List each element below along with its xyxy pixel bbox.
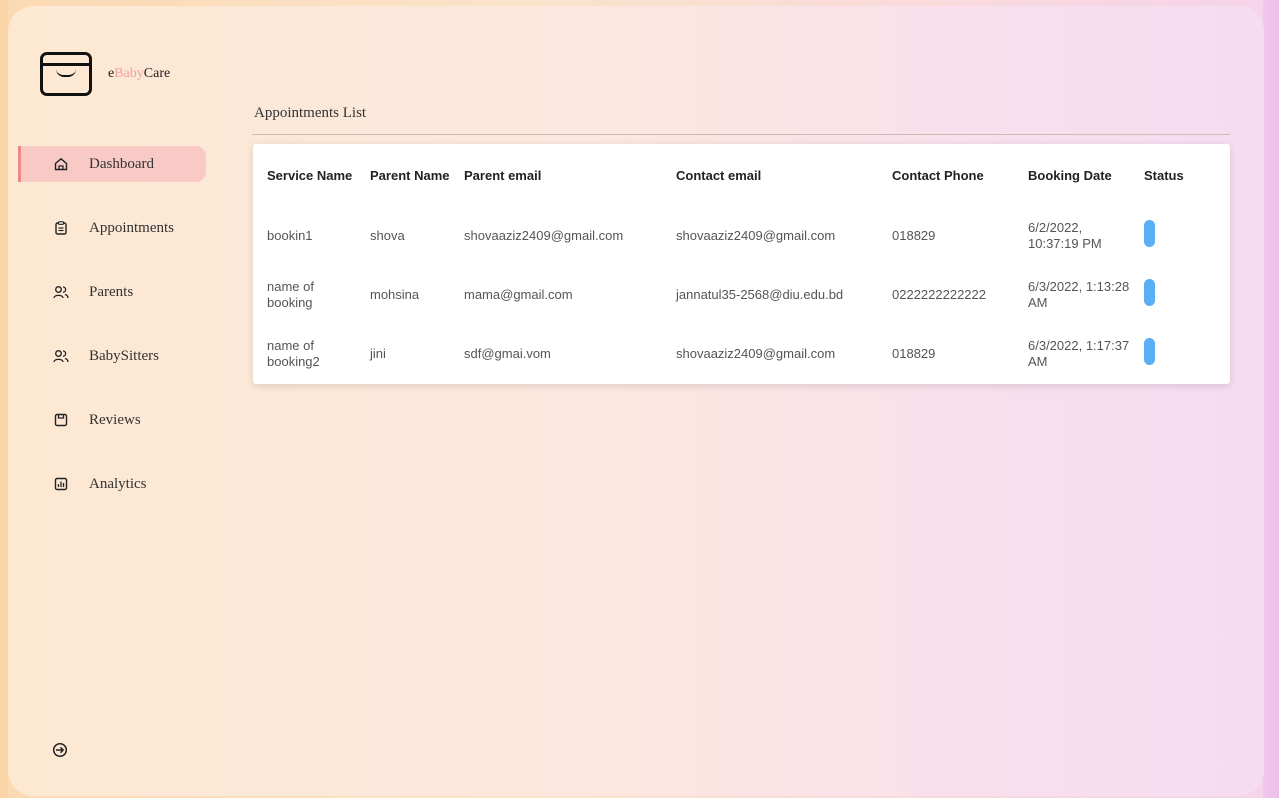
comment-box-icon bbox=[53, 412, 69, 428]
users-icon bbox=[53, 348, 69, 364]
logout-icon[interactable] bbox=[52, 742, 72, 762]
column-header: Booking Date bbox=[1028, 167, 1112, 183]
table-row[interactable]: name of booking mohsina mama@gmail.com j… bbox=[253, 265, 1230, 324]
bar-chart-icon bbox=[53, 476, 69, 492]
cell-service-name: name of booking2 bbox=[267, 337, 320, 369]
sidebar-item-label: Dashboard bbox=[89, 155, 154, 172]
column-header: Service Name bbox=[267, 167, 353, 183]
cell-contact-phone: 018829 bbox=[892, 227, 936, 243]
appointments-table: Service Name Parent Name Parent email Co… bbox=[253, 144, 1230, 383]
sidebar-item-parents[interactable]: Parents bbox=[18, 274, 206, 310]
status-toggle[interactable] bbox=[1144, 279, 1155, 306]
status-toggle[interactable] bbox=[1144, 220, 1155, 247]
sidebar-item-label: Analytics bbox=[89, 475, 147, 492]
sidebar-item-analytics[interactable]: Analytics bbox=[18, 466, 206, 502]
clipboard-icon bbox=[53, 220, 69, 236]
cell-contact-email: shovaaziz2409@gmail.com bbox=[676, 345, 836, 361]
sidebar-item-babysitters[interactable]: BabySitters bbox=[18, 338, 206, 374]
cell-parent-name: jini bbox=[370, 345, 386, 361]
divider bbox=[252, 134, 1230, 135]
status-toggle[interactable] bbox=[1144, 338, 1155, 365]
table-header-row: Service Name Parent Name Parent email Co… bbox=[253, 144, 1230, 206]
brand-name: eBabyCare bbox=[108, 66, 171, 81]
cell-contact-phone: 0222222222222 bbox=[892, 286, 986, 302]
cell-parent-name: mohsina bbox=[370, 286, 420, 302]
sidebar-item-label: BabySitters bbox=[89, 347, 159, 364]
column-header: Parent Name bbox=[370, 167, 450, 183]
column-header: Parent email bbox=[464, 167, 542, 183]
cell-status bbox=[1130, 206, 1230, 265]
sidebar-item-label: Parents bbox=[89, 283, 134, 300]
cell-contact-email: shovaaziz2409@gmail.com bbox=[676, 227, 836, 243]
cell-booking-date: 6/2/2022, 10:37:19 PM bbox=[1028, 219, 1102, 251]
page-title: Appointments List bbox=[254, 105, 367, 121]
column-header: Status bbox=[1144, 167, 1184, 183]
appointments-table-card: Service Name Parent Name Parent email Co… bbox=[253, 144, 1230, 384]
cell-service-name: bookin1 bbox=[267, 227, 313, 243]
cell-service-name: name of booking bbox=[267, 278, 314, 310]
cell-parent-email: sdf@gmai.vom bbox=[464, 345, 551, 361]
home-icon bbox=[53, 156, 69, 172]
cell-parent-email: mama@gmail.com bbox=[464, 286, 573, 302]
sidebar-item-appointments[interactable]: Appointments bbox=[18, 210, 206, 246]
cell-status bbox=[1130, 324, 1230, 383]
cell-contact-phone: 018829 bbox=[892, 345, 936, 361]
app-window: eBabyCare Dashboard Appointments Parents… bbox=[8, 6, 1264, 796]
sidebar-item-label: Reviews bbox=[89, 411, 141, 428]
cell-booking-date: 6/3/2022, 1:13:28 AM bbox=[1028, 278, 1130, 310]
column-header: Contact email bbox=[676, 167, 762, 183]
cell-status bbox=[1130, 265, 1230, 324]
table-row[interactable]: bookin1 shova shovaaziz2409@gmail.com sh… bbox=[253, 206, 1230, 265]
table-row[interactable]: name of booking2 jini sdf@gmai.vom shova… bbox=[253, 324, 1230, 383]
window-edge-left bbox=[0, 0, 8, 798]
logo-icon bbox=[40, 52, 92, 96]
window-edge-right bbox=[1263, 0, 1279, 798]
sidebar-item-reviews[interactable]: Reviews bbox=[18, 402, 206, 438]
sidebar-item-dashboard[interactable]: Dashboard bbox=[18, 146, 206, 182]
cell-parent-email: shovaaziz2409@gmail.com bbox=[464, 227, 624, 243]
cell-parent-name: shova bbox=[370, 227, 405, 243]
cell-contact-email: jannatul35-2568@diu.edu.bd bbox=[676, 286, 844, 302]
sidebar-item-label: Appointments bbox=[89, 219, 174, 236]
column-header: Contact Phone bbox=[892, 167, 984, 183]
users-icon bbox=[53, 284, 69, 300]
cell-booking-date: 6/3/2022, 1:17:37 AM bbox=[1028, 337, 1130, 369]
